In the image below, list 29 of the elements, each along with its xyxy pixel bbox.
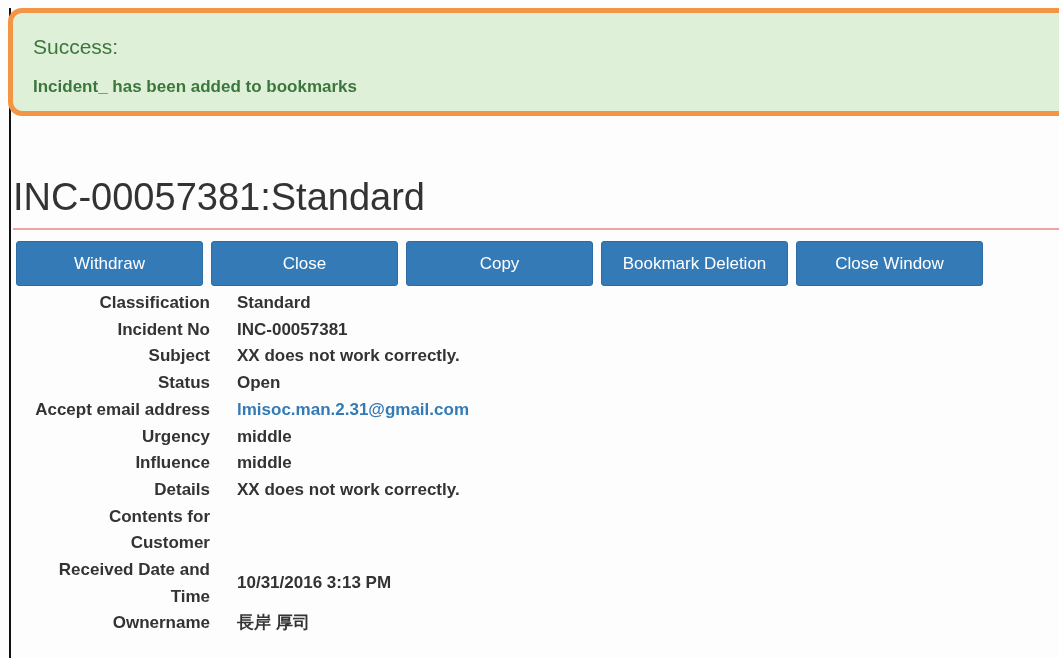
field-value: Open [237,372,281,395]
action-button[interactable]: Close Window [796,241,983,286]
alert-message: Incident_ has been added to bookmarks [33,77,359,97]
page-title: INC-00057381:Standard [13,175,426,220]
action-button[interactable]: Withdraw [16,241,203,286]
field-label: Details [153,478,210,501]
field-value: middle [237,452,292,475]
field-label: Status [157,372,210,395]
action-button[interactable]: Copy [406,241,593,286]
field-value: Standard [237,292,311,314]
field-label: Classification [98,292,210,314]
field-value: XX does not work correctly. [237,345,460,368]
field-label: Subject [147,345,210,368]
field-label: Accept email address [34,398,210,421]
field-value: 10/31/2016 3:13 PM [237,572,392,595]
field-label: Contents for Customer [107,505,210,555]
field-label: Received Date and Time [57,559,210,608]
field-label: Incident No [116,318,210,341]
field-value: 長岸 厚司 [237,612,310,635]
field-value: middle [237,425,292,448]
field-label: Urgency [140,425,210,448]
field-label: Ownername [111,612,210,635]
alert-heading: Success: [33,35,120,59]
field-value: INC-00057381 [237,318,348,341]
action-button[interactable]: Bookmark Deletion [601,241,788,286]
email-link[interactable]: lmisoc.man.2.31@gmail.com [237,396,469,424]
field-label: Influence [134,452,210,475]
field-value: XX does not work correctly. [237,478,460,501]
action-button[interactable]: Close [211,241,398,286]
